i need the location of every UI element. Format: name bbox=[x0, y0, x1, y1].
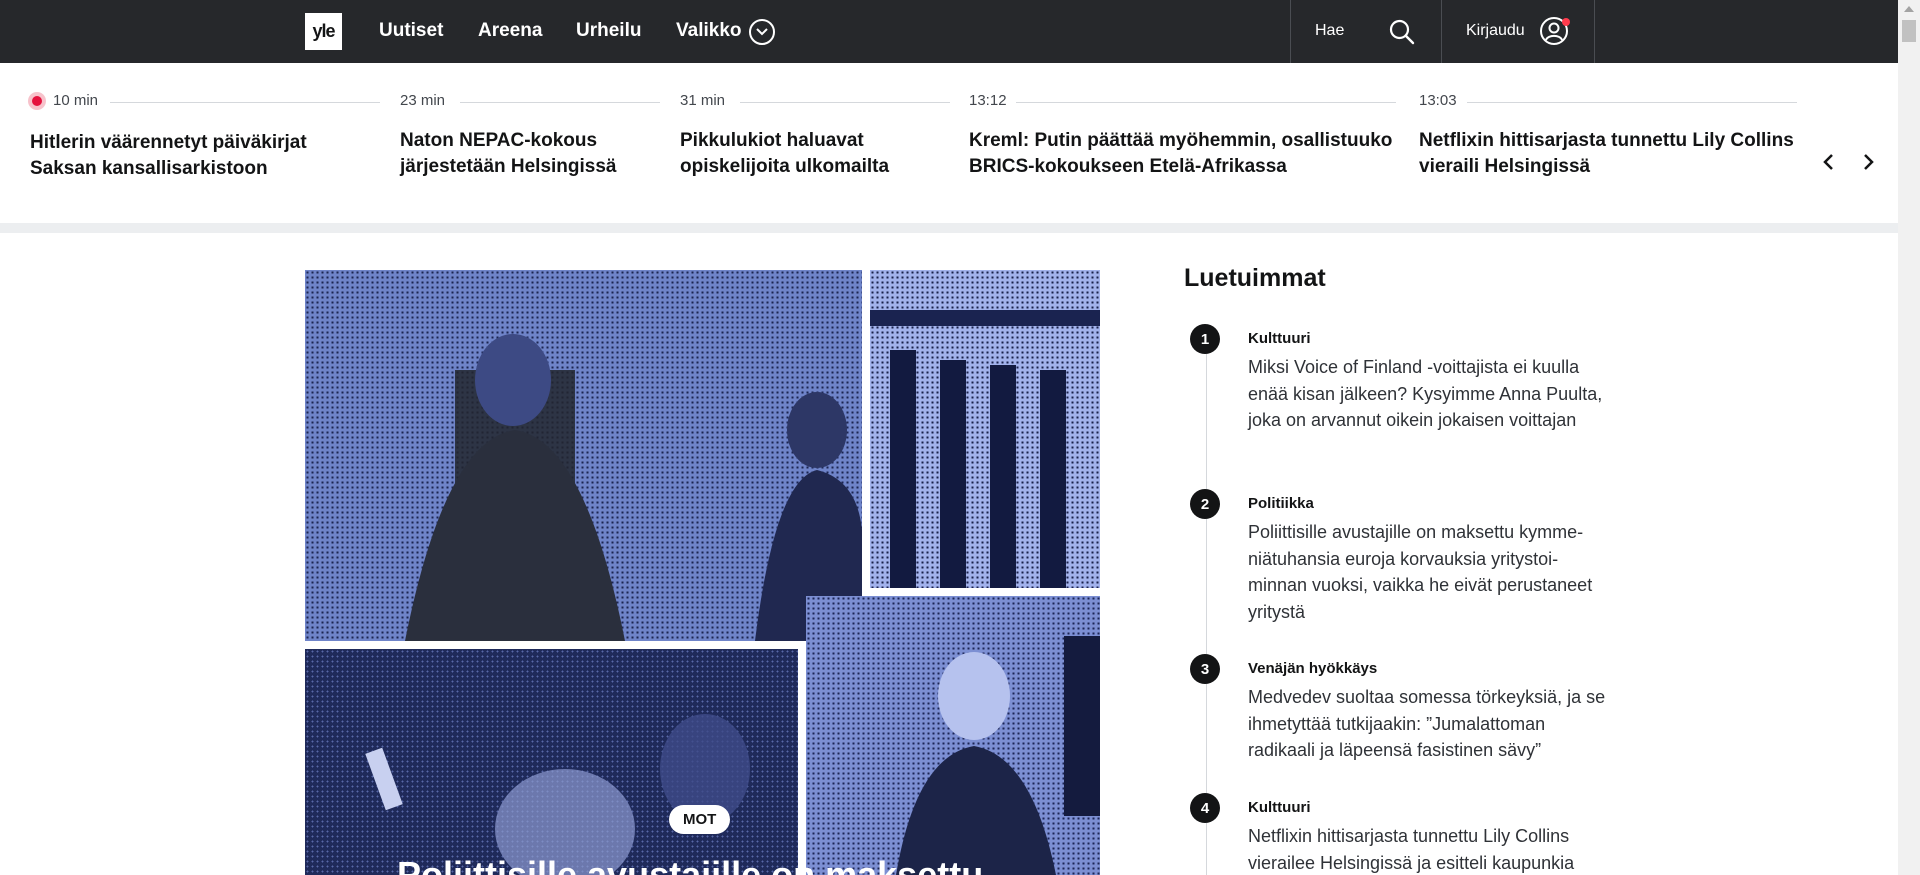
item-headline[interactable]: Poliittisille avustajille on maksettu ky… bbox=[1248, 519, 1608, 625]
nav-divider bbox=[1290, 0, 1291, 63]
ticker-time: 10 min bbox=[53, 92, 99, 109]
section-divider bbox=[0, 223, 1898, 233]
ticker-divider bbox=[1016, 102, 1396, 103]
news-ticker: 10 min Hitlerin väärennetyt päiväkirjat … bbox=[0, 63, 1898, 223]
chevron-left-icon[interactable] bbox=[1818, 151, 1840, 173]
nav-link-uutiset[interactable]: Uutiset bbox=[379, 20, 443, 42]
ticker-time: 23 min bbox=[400, 92, 446, 109]
ticker-time: 13:03 bbox=[1419, 92, 1457, 109]
most-read-title: Luetuimmat bbox=[1184, 264, 1326, 292]
nav-divider bbox=[1441, 0, 1442, 63]
search-icon[interactable] bbox=[1388, 18, 1416, 46]
yle-logo[interactable]: yle bbox=[305, 13, 342, 50]
ticker-title[interactable]: Pikkulukiot haluavat opiskelijoita ulkom… bbox=[680, 128, 930, 180]
ticker-time: 31 min bbox=[680, 92, 726, 109]
hero-image-panel bbox=[305, 649, 798, 875]
top-navigation: yle Uutiset Areena Urheilu Valikko Hae K… bbox=[0, 0, 1898, 63]
nav-link-areena[interactable]: Areena bbox=[478, 20, 542, 42]
live-indicator-icon bbox=[28, 92, 46, 110]
ticker-title[interactable]: Kreml: Putin päättää myöhemmin, osallist… bbox=[969, 128, 1399, 180]
item-category: Kulttuuri bbox=[1248, 799, 1311, 816]
ticker-title[interactable]: Netflixin hittisarjasta tunnettu Lily Co… bbox=[1419, 128, 1799, 180]
ticker-divider bbox=[110, 102, 380, 103]
hero-article[interactable]: MOT Poliittisille avustajille on maksett… bbox=[305, 262, 1100, 875]
hero-headline[interactable]: Poliittisille avustajille on maksettu bbox=[397, 854, 983, 875]
hero-image-panel bbox=[870, 270, 1100, 588]
item-category: Venäjän hyökkäys bbox=[1248, 660, 1378, 677]
search-label[interactable]: Hae bbox=[1315, 22, 1344, 40]
ticker-divider bbox=[460, 102, 660, 103]
nav-link-urheilu[interactable]: Urheilu bbox=[576, 20, 641, 42]
item-headline[interactable]: Medvedev suoltaa somessa törkeyksiä, ja … bbox=[1248, 684, 1608, 764]
ticker-title[interactable]: Naton NEPAC-kokous järjestetään Helsingi… bbox=[400, 128, 650, 180]
nav-link-valikko[interactable]: Valikko bbox=[676, 20, 742, 42]
item-category: Kulttuuri bbox=[1248, 330, 1311, 347]
scroll-up-icon[interactable] bbox=[1904, 6, 1914, 12]
ticker-divider bbox=[740, 102, 950, 103]
chevron-down-icon[interactable] bbox=[749, 19, 775, 45]
ticker-time: 13:12 bbox=[969, 92, 1007, 109]
rank-badge: 2 bbox=[1190, 489, 1220, 519]
rank-badge: 1 bbox=[1190, 324, 1220, 354]
item-headline[interactable]: Miksi Voice of Finland -voittajista ei k… bbox=[1248, 354, 1608, 434]
item-headline[interactable]: Netflixin hittisarjasta tunnettu Lily Co… bbox=[1248, 823, 1608, 875]
notification-dot bbox=[1562, 18, 1570, 26]
scroll-thumb[interactable] bbox=[1902, 20, 1916, 42]
hero-image-panel bbox=[305, 270, 862, 641]
chevron-right-icon[interactable] bbox=[1857, 151, 1879, 173]
nav-divider bbox=[1594, 0, 1595, 63]
ticker-divider bbox=[1467, 102, 1797, 103]
page-scrollbar[interactable] bbox=[1898, 0, 1920, 875]
rank-badge: 4 bbox=[1190, 793, 1220, 823]
login-label[interactable]: Kirjaudu bbox=[1466, 22, 1525, 40]
category-badge: MOT bbox=[669, 805, 731, 834]
item-category: Politiikka bbox=[1248, 495, 1314, 512]
ticker-title[interactable]: Hitlerin väärennetyt päiväkirjat Saksan … bbox=[30, 130, 360, 182]
hero-image-panel bbox=[806, 596, 1100, 875]
rank-badge: 3 bbox=[1190, 654, 1220, 684]
